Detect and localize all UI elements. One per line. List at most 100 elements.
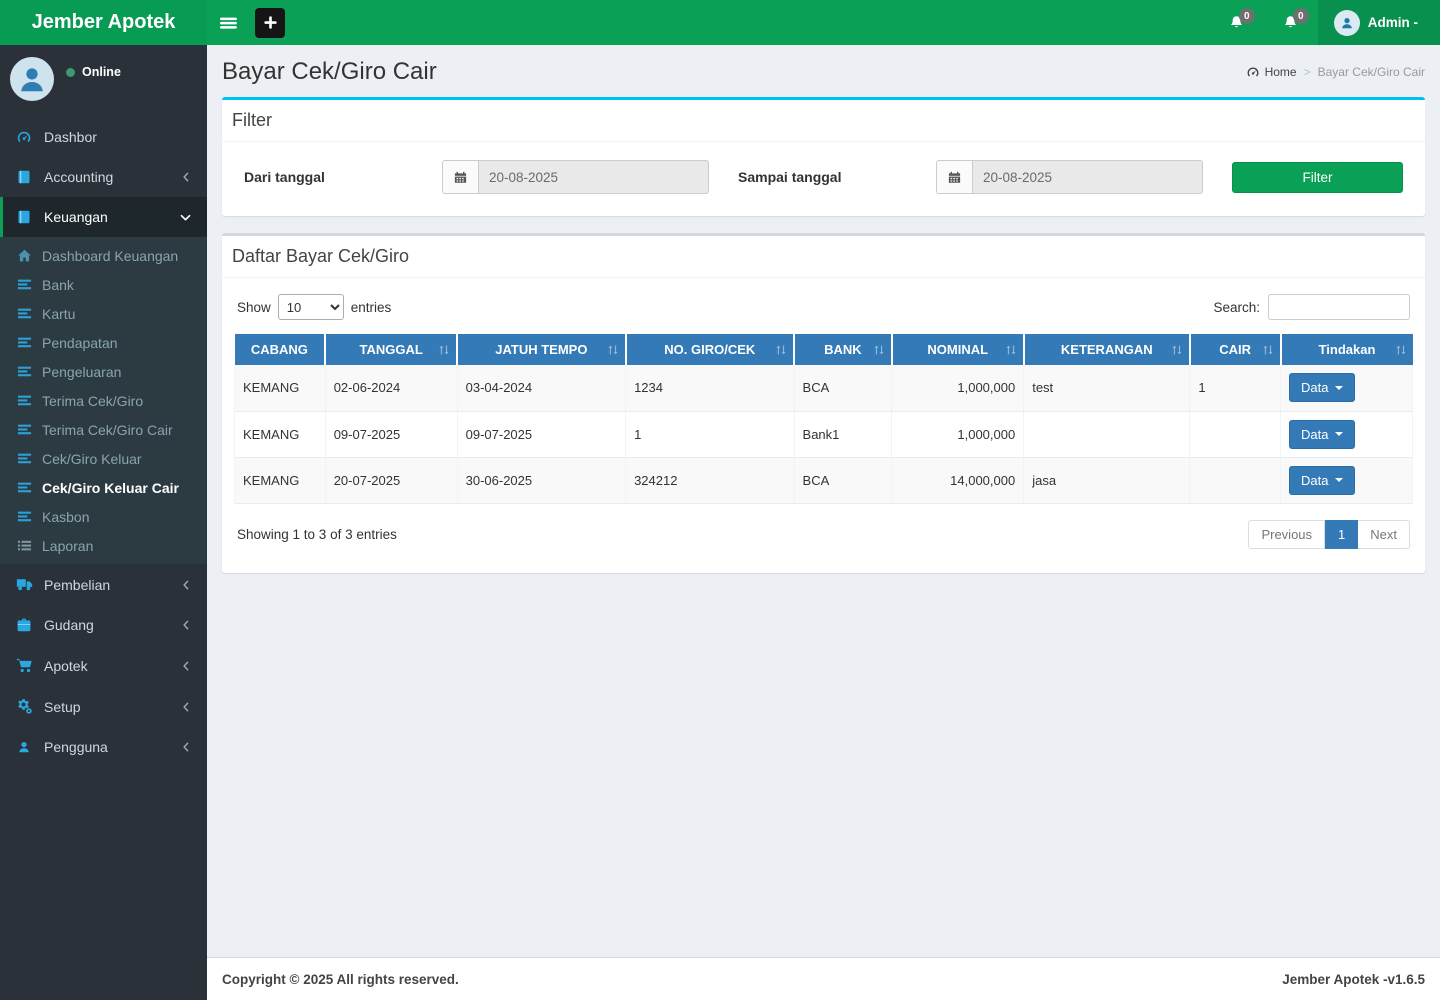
- chevron-left-icon: [180, 701, 192, 713]
- submenu-item-label: Pengeluaran: [42, 363, 122, 380]
- chevron-left-icon: [180, 660, 192, 672]
- breadcrumb-home-link[interactable]: Home: [1246, 65, 1297, 79]
- bars-icon: [16, 335, 32, 350]
- cell-jatuh-tempo: 30-06-2025: [457, 457, 627, 504]
- col-header-jatuh-tempo[interactable]: JATUH TEMPO: [456, 334, 626, 365]
- breadcrumb-current: Bayar Cek/Giro Cair: [1317, 65, 1425, 79]
- sidebar-item-label: Dashbor: [44, 129, 97, 145]
- cell-tanggal: 20-07-2025: [325, 457, 458, 504]
- calendar-icon: [936, 160, 972, 194]
- submenu-item-label: Laporan: [42, 537, 94, 554]
- submenu-item-bank[interactable]: Bank: [0, 270, 207, 299]
- submenu-item-kasbon[interactable]: Kasbon: [0, 502, 207, 531]
- sidebar-item-dashbor[interactable]: Dashbor: [0, 117, 207, 157]
- sidebar: Online Dashbor Accounting Keuangan Dashb…: [0, 45, 207, 1000]
- bars-icon: [16, 306, 32, 321]
- sidebar-user-panel: Online: [0, 45, 207, 113]
- user-menu-button[interactable]: Admin -: [1317, 0, 1440, 45]
- sort-icon: [1262, 343, 1274, 356]
- data-dropdown-button[interactable]: Data: [1289, 373, 1356, 403]
- submenu-item-dashboard-keuangan[interactable]: Dashboard Keuangan: [0, 241, 207, 270]
- submenu-item-cek-giro-keluar[interactable]: Cek/Giro Keluar: [0, 444, 207, 473]
- submenu-item-label: Kasbon: [42, 508, 90, 525]
- bars-icon: [16, 364, 32, 379]
- submenu-item-laporan[interactable]: Laporan: [0, 531, 207, 560]
- briefcase-icon: [15, 617, 33, 633]
- show-label: Show: [237, 299, 271, 315]
- filter-button[interactable]: Filter: [1232, 161, 1403, 193]
- calendar-icon: [442, 160, 478, 194]
- col-header-cair[interactable]: CAIR: [1188, 334, 1281, 365]
- caret-down-icon: [1335, 385, 1344, 390]
- pagination-next-button[interactable]: Next: [1358, 519, 1410, 549]
- notifications-button-1[interactable]: 0: [1210, 0, 1264, 45]
- sidebar-item-pembelian[interactable]: Pembelian: [0, 564, 207, 605]
- cell-jatuh-tempo: 09-07-2025: [457, 411, 627, 458]
- user-menu-label: Admin -: [1367, 15, 1418, 30]
- cell-cabang: KEMANG: [234, 457, 326, 504]
- filter-box-title: Filter: [222, 100, 1425, 142]
- sidebar-item-accounting[interactable]: Accounting: [0, 157, 207, 197]
- cell-jatuh-tempo: 03-04-2024: [457, 365, 627, 412]
- from-date-input[interactable]: [478, 160, 709, 194]
- submenu-item-pengeluaran[interactable]: Pengeluaran: [0, 357, 207, 386]
- bars-icon: [16, 277, 32, 292]
- search-label: Search:: [1213, 299, 1260, 315]
- sidebar-item-label: Gudang: [44, 617, 94, 633]
- search-input[interactable]: [1268, 294, 1410, 320]
- submenu-item-terima-cek-giro-cair[interactable]: Terima Cek/Giro Cair: [0, 415, 207, 444]
- pagination-previous-button[interactable]: Previous: [1248, 519, 1326, 549]
- brand-logo[interactable]: Jember Apotek: [0, 0, 207, 45]
- col-header-tanggal[interactable]: TANGGAL: [324, 334, 458, 365]
- bars-icon: [16, 451, 32, 466]
- caret-down-icon: [1335, 432, 1344, 436]
- cell-tanggal: 02-06-2024: [325, 365, 458, 412]
- top-navbar: Jember Apotek 0 0 Admin -: [0, 0, 1440, 45]
- hamburger-icon: [220, 14, 238, 32]
- sidebar-item-keuangan[interactable]: Keuangan: [0, 197, 207, 237]
- quick-add-button[interactable]: [255, 7, 285, 38]
- submenu-item-terima-cek-giro[interactable]: Terima Cek/Giro: [0, 386, 207, 415]
- col-header-nominal[interactable]: NOMINAL: [890, 334, 1024, 365]
- sidebar-toggle-button[interactable]: [207, 0, 251, 45]
- submenu-item-label: Cek/Giro Keluar: [42, 450, 142, 467]
- cell-cabang: KEMANG: [234, 365, 326, 412]
- col-header-no-giro-cek[interactable]: NO. GIRO/CEK: [624, 334, 795, 365]
- sidebar-item-label: Setup: [44, 698, 81, 715]
- sidebar-item-setup[interactable]: Setup: [0, 686, 207, 727]
- cell-bank: BCA: [794, 365, 893, 412]
- pagination: Previous 1 Next: [1248, 519, 1410, 549]
- sort-icon: [775, 343, 787, 356]
- cell-no-giro: 1234: [625, 365, 795, 412]
- breadcrumb-separator: >: [1303, 65, 1311, 79]
- chevron-left-icon: [180, 619, 192, 631]
- to-date-label: Sampai tanggal: [738, 169, 842, 185]
- breadcrumb: Home > Bayar Cek/Giro Cair: [1246, 65, 1425, 79]
- sidebar-item-apotek[interactable]: Apotek: [0, 645, 207, 686]
- chevron-down-icon: [179, 211, 192, 224]
- page-length-select[interactable]: 10: [277, 294, 344, 320]
- col-header-tindakan[interactable]: Tindakan: [1279, 334, 1413, 365]
- to-date-input[interactable]: [972, 160, 1203, 194]
- sidebar-item-pengguna[interactable]: Pengguna: [0, 727, 207, 767]
- sort-icon: [1395, 343, 1407, 356]
- submenu-item-pendapatan[interactable]: Pendapatan: [0, 328, 207, 357]
- table-row: KEMANG 02-06-2024 03-04-2024 1234 BCA 1,…: [234, 365, 1413, 412]
- notifications-button-2[interactable]: 0: [1264, 0, 1318, 45]
- cart-icon: [15, 657, 33, 674]
- data-dropdown-button[interactable]: Data: [1289, 465, 1356, 495]
- content-header: Bayar Cek/Giro Cair Home > Bayar Cek/Gir…: [207, 45, 1440, 97]
- submenu-item-label: Bank: [42, 276, 74, 293]
- col-header-keterangan[interactable]: KETERANGAN: [1022, 334, 1190, 365]
- table-header-row: CABANG TANGGAL JATUH TEMPO NO. GIRO/CEK …: [234, 334, 1413, 365]
- pagination-page-1-button[interactable]: 1: [1325, 519, 1359, 549]
- data-dropdown-button[interactable]: Data: [1289, 419, 1356, 449]
- col-header-bank[interactable]: BANK: [793, 334, 892, 365]
- col-header-cabang[interactable]: CABANG: [234, 334, 326, 365]
- list-icon: [16, 538, 32, 553]
- sidebar-item-label: Pembelian: [44, 576, 111, 593]
- submenu-item-kartu[interactable]: Kartu: [0, 299, 207, 328]
- sidebar-item-gudang[interactable]: Gudang: [0, 605, 207, 645]
- submenu-item-cek-giro-keluar-cair[interactable]: Cek/Giro Keluar Cair: [0, 473, 207, 502]
- submenu-item-label: Terima Cek/Giro: [42, 392, 144, 409]
